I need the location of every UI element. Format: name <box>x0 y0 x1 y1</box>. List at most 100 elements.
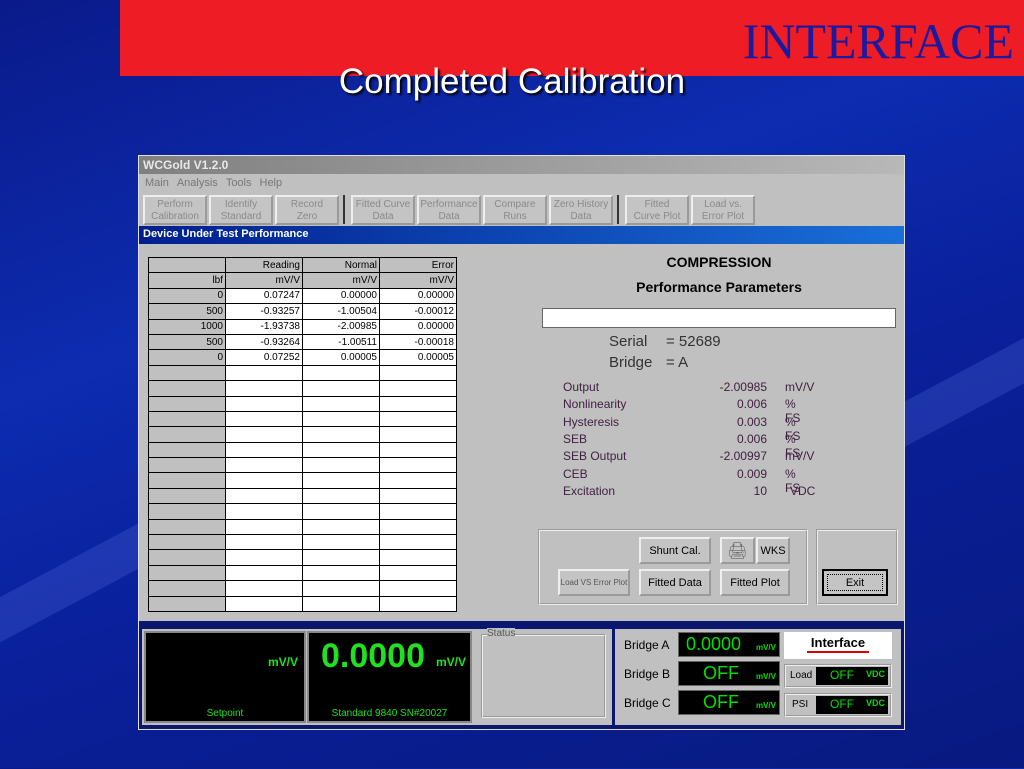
compare-runs-button[interactable]: Compare Runs <box>483 195 547 225</box>
record-zero-button[interactable]: Record Zero <box>275 195 339 225</box>
table-cell[interactable] <box>148 595 226 612</box>
load-vs-error-plot-button[interactable]: Load vs. Error Plot <box>691 195 755 225</box>
table-cell[interactable]: 0.00000 <box>379 287 457 305</box>
table-cell[interactable]: 0.00005 <box>379 349 457 366</box>
table-cell[interactable]: -2.00985 <box>302 318 380 335</box>
table-cell[interactable]: 0 <box>148 349 226 366</box>
table-cell[interactable] <box>148 395 226 412</box>
table-cell[interactable] <box>148 472 226 489</box>
table-cell[interactable]: -0.00018 <box>379 333 457 351</box>
table-cell[interactable]: -1.00511 <box>302 333 380 351</box>
table-cell[interactable] <box>225 364 303 382</box>
table-cell[interactable] <box>225 564 303 582</box>
table-cell[interactable] <box>148 564 226 582</box>
table-cell[interactable] <box>302 364 380 382</box>
print-button[interactable]: 🖨 <box>720 537 755 564</box>
table-cell[interactable] <box>148 426 226 443</box>
table-cell[interactable] <box>379 595 457 612</box>
table-cell[interactable] <box>148 503 226 520</box>
table-cell[interactable] <box>302 518 380 536</box>
table-cell[interactable] <box>302 472 380 489</box>
table-cell[interactable]: 0.07252 <box>225 349 303 366</box>
table-cell[interactable] <box>302 395 380 412</box>
table-cell[interactable] <box>379 503 457 520</box>
table-cell[interactable] <box>302 549 380 566</box>
table-cell[interactable] <box>302 534 380 551</box>
table-cell[interactable] <box>225 410 303 428</box>
table-cell[interactable] <box>148 534 226 551</box>
table-cell[interactable]: 0.00000 <box>302 287 380 305</box>
table-cell[interactable] <box>302 457 380 474</box>
table-cell[interactable] <box>302 595 380 612</box>
table-cell[interactable]: -0.93257 <box>225 303 303 320</box>
table-cell[interactable] <box>302 410 380 428</box>
table-cell[interactable] <box>225 503 303 520</box>
table-cell[interactable] <box>225 518 303 536</box>
table-cell[interactable] <box>225 487 303 505</box>
performance-data-button[interactable]: Performance Data <box>417 195 481 225</box>
table-cell[interactable] <box>225 472 303 489</box>
table-cell[interactable] <box>148 441 226 459</box>
table-cell[interactable] <box>379 380 457 397</box>
table-cell[interactable] <box>379 580 457 597</box>
wks-button[interactable]: WKS <box>756 537 790 564</box>
table-cell[interactable] <box>302 487 380 505</box>
table-cell[interactable]: -1.93738 <box>225 318 303 335</box>
shunt-cal-button[interactable]: Shunt Cal. <box>639 537 711 564</box>
table-cell[interactable] <box>225 549 303 566</box>
table-cell[interactable] <box>225 441 303 459</box>
fitted-plot-button[interactable]: Fitted Plot <box>720 569 790 596</box>
menu-analysis[interactable]: Analysis <box>177 177 218 190</box>
table-cell[interactable] <box>148 410 226 428</box>
table-cell[interactable] <box>225 380 303 397</box>
table-cell[interactable]: -0.93264 <box>225 333 303 351</box>
table-cell[interactable] <box>379 549 457 566</box>
table-cell[interactable] <box>225 580 303 597</box>
menu-help[interactable]: Help <box>260 177 283 190</box>
table-cell[interactable] <box>148 549 226 566</box>
table-cell[interactable] <box>148 364 226 382</box>
exit-button[interactable]: Exit <box>822 569 888 596</box>
table-cell[interactable] <box>379 534 457 551</box>
load-vs-error-button[interactable]: Load VS Error Plot <box>558 569 630 596</box>
table-cell[interactable] <box>379 441 457 459</box>
table-cell[interactable] <box>302 380 380 397</box>
menu-tools[interactable]: Tools <box>226 177 252 190</box>
table-cell[interactable]: 500 <box>148 333 226 351</box>
table-cell[interactable] <box>225 534 303 551</box>
table-cell[interactable] <box>302 503 380 520</box>
table-cell[interactable] <box>379 364 457 382</box>
table-cell[interactable] <box>302 564 380 582</box>
identify-standard-button[interactable]: Identify Standard <box>209 195 273 225</box>
table-cell[interactable]: -0.00012 <box>379 303 457 320</box>
fitted-curve-data-button[interactable]: Fitted Curve Data <box>351 195 415 225</box>
table-cell[interactable] <box>148 380 226 397</box>
zero-history-data-button[interactable]: Zero History Data <box>549 195 613 225</box>
table-cell[interactable] <box>379 487 457 505</box>
table-cell[interactable]: 0.00005 <box>302 349 380 366</box>
fitted-curve-plot-button[interactable]: Fitted Curve Plot <box>625 195 689 225</box>
fitted-data-button[interactable]: Fitted Data <box>639 569 711 596</box>
table-cell[interactable] <box>148 457 226 474</box>
table-cell[interactable] <box>225 457 303 474</box>
table-cell[interactable] <box>379 410 457 428</box>
perform-calibration-button[interactable]: Perform Calibration <box>143 195 207 225</box>
table-cell[interactable]: 1000 <box>148 318 226 335</box>
table-cell[interactable] <box>225 426 303 443</box>
table-cell[interactable] <box>379 564 457 582</box>
table-cell[interactable] <box>302 426 380 443</box>
table-cell[interactable] <box>379 472 457 489</box>
table-cell[interactable] <box>379 395 457 412</box>
table-cell[interactable] <box>148 487 226 505</box>
table-cell[interactable]: 0.00000 <box>379 318 457 335</box>
table-cell[interactable] <box>225 395 303 412</box>
table-cell[interactable] <box>379 518 457 536</box>
table-cell[interactable]: -1.00504 <box>302 303 380 320</box>
table-cell[interactable] <box>302 441 380 459</box>
table-cell[interactable] <box>148 580 226 597</box>
table-cell[interactable]: 500 <box>148 303 226 320</box>
table-cell[interactable] <box>302 580 380 597</box>
table-cell[interactable]: 0.07247 <box>225 287 303 305</box>
table-cell[interactable] <box>379 426 457 443</box>
table-cell[interactable] <box>225 595 303 612</box>
